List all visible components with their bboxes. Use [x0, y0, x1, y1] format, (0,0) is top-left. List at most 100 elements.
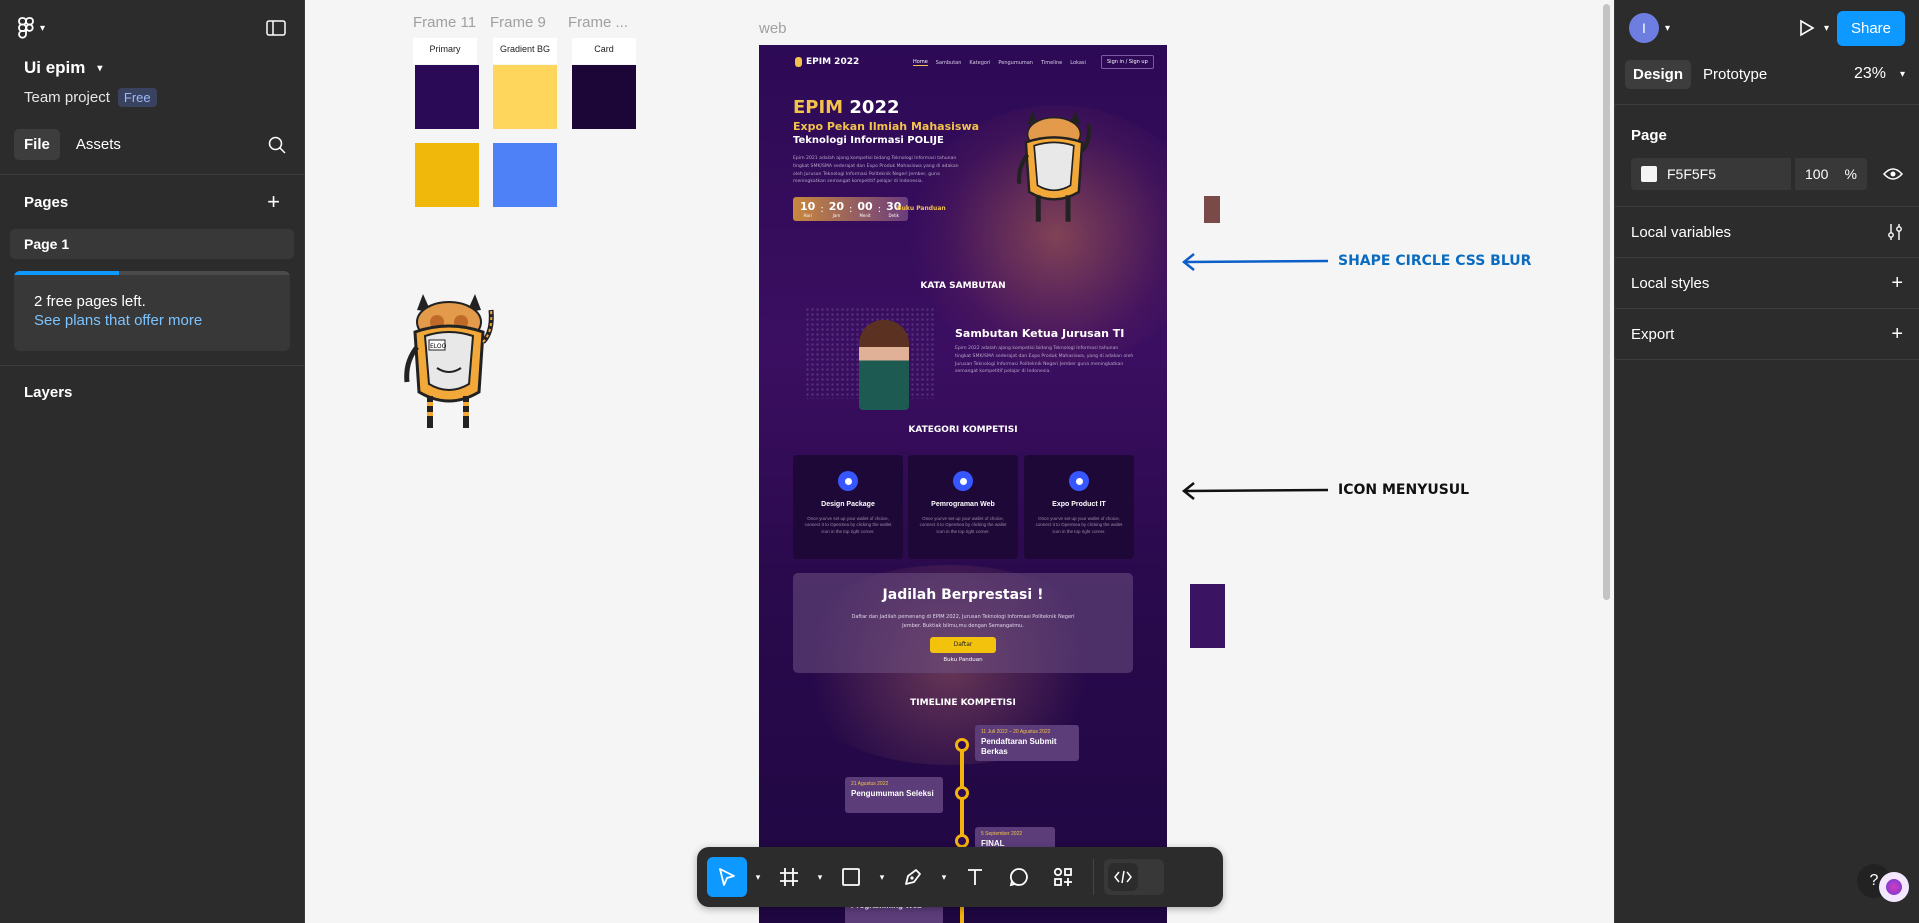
comment-tool-button[interactable]	[999, 857, 1039, 897]
zoom-control[interactable]: 23% ▾	[1854, 65, 1909, 83]
timeline-item[interactable]: 21 Agustus 2022 Pengumuman Seleksi	[845, 777, 943, 813]
swatch-title-primary: Primary	[413, 38, 477, 64]
local-styles-section[interactable]: Local styles +	[1615, 258, 1919, 309]
plus-icon[interactable]: +	[1891, 323, 1903, 346]
web-nav-kategori[interactable]: Kategori	[969, 60, 990, 66]
category-card-design[interactable]: Design Package Once you've set up your wa…	[793, 455, 903, 559]
search-icon[interactable]	[268, 136, 286, 154]
robot-mascot-image[interactable]: ELOO	[397, 292, 501, 434]
buku-panduan-link[interactable]: Buku Panduan	[897, 205, 946, 212]
see-plans-link[interactable]: See plans that offer more	[14, 312, 290, 329]
tab-file[interactable]: File	[14, 129, 60, 160]
page-fill-hex: F5F5F5	[1667, 166, 1717, 182]
countdown-seconds-label: Detik	[888, 213, 899, 218]
swatch-yellow[interactable]	[415, 143, 479, 207]
zoom-value: 23%	[1853, 65, 1886, 82]
tab-design[interactable]: Design	[1625, 59, 1692, 89]
chevron-down-icon[interactable]: ▾	[813, 872, 827, 883]
cursor-icon	[719, 868, 735, 886]
project-name-label: Ui epim	[24, 58, 86, 77]
share-button[interactable]: Share	[1836, 10, 1905, 46]
cta-daftar-button[interactable]: Daftar	[930, 637, 996, 653]
frame-icon	[780, 868, 798, 886]
chevron-down-icon[interactable]: ▾	[751, 872, 765, 883]
color-swatch[interactable]	[1641, 166, 1657, 182]
text-tool-button[interactable]	[955, 857, 995, 897]
figma-logo-icon	[18, 17, 34, 39]
purple-rect-shape[interactable]	[1190, 584, 1225, 648]
shape-circle-blur-rect[interactable]	[1204, 196, 1220, 223]
frame-label-frame-9[interactable]: Frame 9	[490, 14, 546, 31]
swatch-primary[interactable]	[415, 65, 479, 129]
frame-tool-button[interactable]	[769, 857, 809, 897]
chevron-down-icon[interactable]: ▾	[1824, 23, 1829, 34]
move-tool-button[interactable]	[707, 857, 747, 897]
add-page-icon[interactable]: +	[267, 189, 280, 215]
category-card-expo[interactable]: Expo Product IT Once you've set up your w…	[1024, 455, 1134, 559]
web-logo[interactable]: EPIM 2022	[795, 57, 859, 67]
category-icon	[838, 471, 858, 491]
canvas-scrollbar[interactable]	[1603, 4, 1610, 600]
chevron-down-icon: ▾	[97, 62, 103, 74]
frame-label-web[interactable]: web	[759, 20, 787, 37]
frame-label-frame-truncated[interactable]: Frame ...	[568, 14, 628, 31]
free-pages-progress	[14, 271, 290, 275]
tab-prototype[interactable]: Prototype	[1695, 60, 1775, 89]
category-card-web[interactable]: Pemrograman Web Once you've set up your w…	[908, 455, 1018, 559]
ai-assistant-icon[interactable]	[1879, 872, 1909, 902]
bottom-toolbar: ▾ ▾ ▾ ▾	[697, 847, 1223, 907]
timeline-node	[955, 786, 969, 800]
export-section[interactable]: Export +	[1615, 309, 1919, 360]
web-nav-pengumuman[interactable]: Pengumuman	[998, 60, 1033, 66]
panel-toggle-icon[interactable]	[266, 20, 286, 36]
annotation-shape-circle[interactable]: SHAPE CIRCLE CSS BLUR	[1338, 253, 1531, 269]
web-nav-timeline[interactable]: Timeline	[1041, 60, 1062, 66]
page-fill-color-field[interactable]: F5F5F5	[1631, 158, 1791, 190]
web-nav-home[interactable]: Home	[913, 59, 928, 66]
comment-icon	[1009, 868, 1028, 887]
plus-icon[interactable]: +	[1891, 272, 1903, 295]
timeline-title: Pengumuman Seleksi	[851, 789, 934, 798]
swatch-blue[interactable]	[493, 143, 557, 207]
dev-mode-toggle[interactable]	[1104, 859, 1164, 895]
free-pages-notice: 2 free pages left. See plans that offer …	[14, 271, 290, 351]
play-icon[interactable]	[1796, 18, 1816, 38]
chevron-down-icon[interactable]: ▾	[937, 872, 951, 883]
web-signin-button[interactable]: Sign in / Sign up	[1101, 55, 1154, 69]
avatar: I	[1629, 13, 1659, 43]
timeline-item[interactable]: 11 Juli 2022 – 20 Agustus 2022 Pendaftara…	[975, 725, 1079, 761]
web-nav-lokasi[interactable]: Lokasi	[1070, 60, 1086, 66]
eye-icon[interactable]	[1883, 167, 1903, 181]
plan-badge[interactable]: Free	[117, 88, 157, 107]
frame-label-frame-11[interactable]: Frame 11	[413, 14, 476, 31]
chevron-down-icon: ▾	[40, 22, 46, 34]
web-nav-sambutan[interactable]: Sambutan	[936, 60, 962, 66]
page-opacity-field[interactable]: 100%	[1795, 158, 1867, 190]
variables-settings-icon[interactable]	[1887, 223, 1903, 241]
main-menu-button[interactable]: ▾	[18, 17, 45, 39]
local-variables-label: Local variables	[1631, 223, 1732, 241]
shape-tool-button[interactable]	[831, 857, 871, 897]
local-variables-section[interactable]: Local variables	[1615, 207, 1919, 258]
design-canvas[interactable]: Frame 11 Frame 9 Frame ... web Primary G…	[305, 0, 1614, 923]
user-menu[interactable]: I ▾	[1629, 13, 1670, 43]
svg-text:ELOO: ELOO	[430, 343, 447, 350]
tab-assets[interactable]: Assets	[66, 129, 131, 160]
chevron-down-icon[interactable]: ▾	[875, 872, 889, 883]
chevron-down-icon: ▾	[1665, 22, 1671, 34]
timeline-node	[955, 738, 969, 752]
hero-subtitle-2: Teknologi Informasi POLIJE	[793, 135, 944, 146]
pen-tool-button[interactable]	[893, 857, 933, 897]
swatch-gradient-bg[interactable]	[493, 65, 557, 129]
annotation-icon-menyusul[interactable]: ICON MENYUSUL	[1338, 482, 1469, 498]
page-item-page-1[interactable]: Page 1	[10, 229, 294, 259]
hero-title-year: 2022	[849, 97, 900, 118]
project-name[interactable]: Ui epim ▾	[24, 58, 280, 78]
team-label: Team project	[24, 89, 110, 106]
actions-tool-button[interactable]	[1043, 857, 1083, 897]
export-label: Export	[1631, 325, 1675, 343]
kata-sambutan-heading: KATA SAMBUTAN	[920, 281, 1006, 291]
web-frame[interactable]: EPIM 2022 Home Sambutan Kategori Pengumu…	[759, 45, 1167, 923]
cta-buku-link[interactable]: Buku Panduan	[759, 657, 1167, 663]
swatch-card[interactable]	[572, 65, 636, 129]
